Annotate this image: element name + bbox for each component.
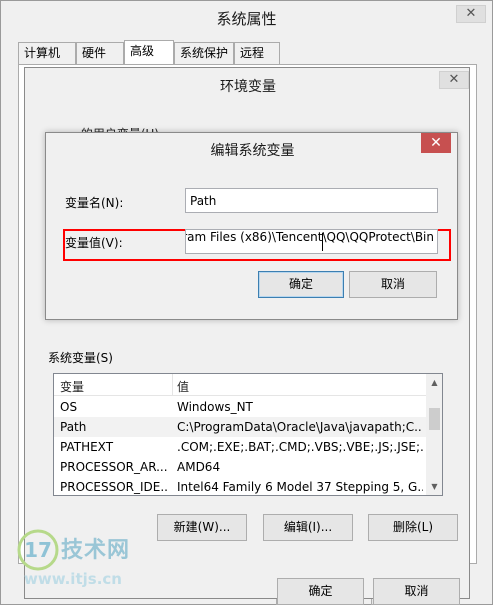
tab-hardware[interactable]: 硬件 bbox=[76, 42, 124, 64]
tab-remote[interactable]: 远程 bbox=[234, 42, 280, 64]
environment-variables-title: 环境变量 bbox=[220, 79, 276, 95]
close-icon[interactable]: ✕ bbox=[421, 133, 451, 153]
column-separator[interactable] bbox=[172, 374, 173, 396]
list-row[interactable]: OS Windows_NT bbox=[54, 397, 426, 417]
variable-value-input[interactable]: C:\Program Files (x86)\Tencent\QQ\QQProt… bbox=[185, 229, 438, 254]
row-variable-value: Windows_NT bbox=[177, 400, 253, 414]
system-variables-group-label: 系统变量(S) bbox=[48, 351, 113, 365]
row-variable-name: PROCESSOR_IDE... bbox=[60, 480, 168, 494]
environment-variables-cancel-button[interactable]: 取消 bbox=[373, 578, 460, 605]
close-icon[interactable]: ✕ bbox=[439, 71, 469, 89]
close-icon[interactable]: ✕ bbox=[456, 5, 486, 23]
scroll-up-arrow-icon[interactable]: ▲ bbox=[426, 374, 442, 391]
row-variable-name: Path bbox=[60, 420, 87, 434]
site-watermark: 17 技术网 www.itjs.cn bbox=[16, 528, 166, 594]
edit-system-variable-title: 编辑系统变量 bbox=[210, 143, 295, 159]
tab-system-protection[interactable]: 系统保护 bbox=[174, 42, 234, 64]
list-row[interactable]: PROCESSOR_IDE... Intel64 Family 6 Model … bbox=[54, 477, 426, 495]
watermark-url: www.itjs.cn bbox=[24, 570, 122, 588]
list-row-selected[interactable]: Path C:\ProgramData\Oracle\Java\javapath… bbox=[54, 417, 426, 437]
column-header-variable[interactable]: 变量 bbox=[60, 378, 84, 395]
text-caret bbox=[322, 233, 323, 251]
row-variable-value: Intel64 Family 6 Model 37 Stepping 5, G.… bbox=[177, 480, 423, 494]
tab-computer-name[interactable]: 计算机名 bbox=[18, 42, 76, 80]
column-header-value[interactable]: 值 bbox=[177, 378, 189, 395]
scroll-down-arrow-icon[interactable]: ▼ bbox=[426, 478, 442, 495]
row-variable-name: OS bbox=[60, 400, 78, 414]
new-system-variable-button[interactable]: 新建(W)... bbox=[157, 514, 247, 541]
system-properties-titlebar[interactable]: 系统属性 ✕ bbox=[1, 1, 492, 33]
edit-cancel-button[interactable]: 取消 bbox=[349, 271, 437, 298]
list-row[interactable]: PATHEXT .COM;.EXE;.BAT;.CMD;.VBS;.VBE;.J… bbox=[54, 437, 426, 457]
edit-ok-button[interactable]: 确定 bbox=[258, 271, 344, 298]
vertical-scrollbar[interactable]: ▲ ▼ bbox=[426, 374, 442, 495]
system-properties-title: 系统属性 bbox=[216, 10, 277, 28]
edit-system-variable-dialog: 编辑系统变量 ✕ 变量名(N): 变量值(V): C:\Program File… bbox=[45, 132, 458, 320]
list-header: 变量 值 bbox=[54, 374, 426, 396]
row-variable-name: PROCESSOR_AR... bbox=[60, 460, 168, 474]
row-variable-name: PATHEXT bbox=[60, 440, 114, 454]
watermark-logo-icon: 17 bbox=[17, 529, 59, 571]
environment-variables-ok-button[interactable]: 确定 bbox=[277, 578, 364, 605]
edit-system-variable-button[interactable]: 编辑(I)... bbox=[263, 514, 353, 541]
watermark-badge-text: 17 bbox=[24, 538, 52, 562]
variable-name-label: 变量名(N): bbox=[65, 196, 124, 210]
row-variable-value: C:\ProgramData\Oracle\Java\javapath;C... bbox=[177, 420, 423, 434]
variable-name-input[interactable] bbox=[185, 188, 438, 213]
watermark-brand: 技术网 bbox=[61, 538, 131, 563]
row-variable-value: AMD64 bbox=[177, 460, 221, 474]
variable-value-label: 变量值(V): bbox=[65, 236, 123, 250]
tab-advanced[interactable]: 高级 bbox=[124, 40, 174, 65]
variable-value-text: C:\Program Files (x86)\Tencent\QQ\QQProt… bbox=[186, 230, 434, 244]
delete-system-variable-button[interactable]: 删除(L) bbox=[368, 514, 458, 541]
row-variable-value: .COM;.EXE;.BAT;.CMD;.VBS;.VBE;.JS;.JSE;.… bbox=[177, 440, 423, 454]
list-row[interactable]: PROCESSOR_AR... AMD64 bbox=[54, 457, 426, 477]
system-variables-list[interactable]: 变量 值 OS Windows_NT Path C:\ProgramData\O… bbox=[53, 373, 443, 496]
scrollbar-thumb[interactable] bbox=[429, 408, 440, 430]
